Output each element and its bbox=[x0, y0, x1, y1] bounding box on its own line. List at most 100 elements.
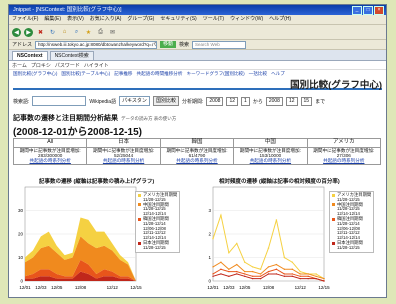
menu-group[interactable]: グループ(G) bbox=[127, 15, 154, 24]
from-month-select[interactable]: 12 bbox=[226, 96, 239, 106]
tab-nscontext-search[interactable]: NSContext検索 bbox=[49, 51, 94, 60]
site-proxy-link[interactable]: プロキシ bbox=[31, 62, 51, 69]
home-icon[interactable]: ⌂ bbox=[60, 28, 69, 37]
favorites-star-icon[interactable]: ★ bbox=[84, 28, 93, 37]
data-point bbox=[275, 268, 278, 270]
data-point bbox=[251, 266, 254, 268]
x-tick-label: 12/08 bbox=[75, 285, 87, 290]
data-point bbox=[323, 277, 325, 280]
to-year-select[interactable]: 2008 bbox=[265, 96, 283, 106]
menu-file[interactable]: ファイル(F) bbox=[12, 15, 38, 24]
address-input[interactable]: http://nsweb.iii.tokyo.ac.jp:8080/dbtcwa… bbox=[35, 40, 158, 49]
go-button[interactable]: 移動 bbox=[160, 41, 177, 48]
compare-submit-button[interactable]: 国別比較 bbox=[152, 96, 179, 106]
data-point bbox=[228, 268, 230, 270]
back-arrow-icon[interactable]: ◀ bbox=[12, 27, 21, 37]
menu-favorites[interactable]: お気に入り(A) bbox=[90, 15, 122, 24]
country-cell: 期間中に記事数が注目度増加: 61/4790 共起語の時系列分析 bbox=[159, 147, 235, 165]
site-home-link[interactable]: ホーム bbox=[12, 62, 27, 69]
section-heading: 記事数の遷移と注目期間分析結果 データの読み方 表の使い方 bbox=[13, 113, 176, 123]
refresh-icon[interactable]: ↻ bbox=[48, 28, 57, 37]
mail-icon[interactable]: ✉ bbox=[108, 28, 117, 37]
site-password-link[interactable]: パスワード bbox=[55, 62, 80, 69]
data-point bbox=[267, 247, 270, 249]
data-point bbox=[315, 275, 317, 277]
data-point bbox=[267, 266, 270, 268]
cooccurrence-link[interactable]: 共起語の時系列分析 bbox=[15, 158, 85, 163]
menu-help[interactable]: ヘルプ(H) bbox=[269, 15, 291, 24]
y-tick-label: 10 bbox=[18, 255, 24, 260]
y-tick-label: 3 bbox=[208, 208, 211, 213]
title-bar: Jnippet - [NSContext: 国別比較(グラフ中心)] _ □ × bbox=[9, 5, 386, 15]
legend-swatch bbox=[332, 241, 335, 245]
wiki-label: Wikipedia語 bbox=[89, 98, 117, 105]
data-point bbox=[291, 273, 293, 275]
legend-swatch bbox=[138, 193, 141, 197]
stop-icon[interactable]: ✖ bbox=[36, 28, 45, 37]
web-search-input[interactable]: Search Web bbox=[192, 40, 247, 49]
from-day-select[interactable]: 1 bbox=[241, 96, 250, 106]
to-month-select[interactable]: 12 bbox=[285, 96, 298, 106]
data-point bbox=[291, 268, 293, 270]
to-day-select[interactable]: 15 bbox=[300, 96, 313, 106]
period-label: 分析期間: bbox=[181, 98, 204, 105]
data-point bbox=[236, 242, 238, 245]
address-bar: アドレス http://nsweb.iii.tokyo.ac.jp:8080/d… bbox=[9, 40, 386, 50]
maximize-button[interactable]: □ bbox=[363, 5, 373, 15]
page-title-bar: 国別比較(グラフ中心) bbox=[13, 77, 382, 91]
data-point bbox=[307, 275, 309, 277]
site-highlight-link[interactable]: ハイライト bbox=[84, 62, 109, 69]
y-tick-label: 2 bbox=[208, 232, 211, 237]
toolbar: ◀ ▶ ✖ ↻ ⌂ ⌕ ★ ⎙ ✉ bbox=[9, 25, 386, 40]
data-point bbox=[307, 277, 309, 280]
menu-tools[interactable]: ツール(T) bbox=[203, 15, 224, 24]
section-heading-text: 記事数の遷移と注目期間分析結果 bbox=[13, 115, 118, 122]
data-point bbox=[220, 273, 222, 275]
data-point bbox=[299, 270, 301, 273]
cooccurrence-link[interactable]: 共起語の時系列分析 bbox=[88, 158, 158, 163]
legend-date: 11/28-12/15 bbox=[143, 244, 166, 250]
print-icon[interactable]: ⎙ bbox=[96, 28, 105, 37]
cooccurrence-link[interactable]: 共起語の時系列分析 bbox=[162, 158, 232, 163]
data-point bbox=[220, 268, 222, 270]
data-point bbox=[212, 266, 214, 268]
x-tick-label: 12/01 bbox=[19, 285, 31, 290]
country-name: All bbox=[12, 138, 88, 148]
data-point bbox=[236, 270, 238, 273]
from-suffix: から bbox=[252, 98, 263, 105]
wiki-input[interactable]: パキスタン bbox=[119, 96, 150, 106]
data-point bbox=[251, 270, 254, 273]
data-point bbox=[275, 273, 278, 275]
data-point bbox=[315, 273, 317, 275]
y-tick-label: 30 bbox=[18, 208, 24, 213]
tab-nscontext[interactable]: NSContext bbox=[12, 51, 48, 60]
cooccurrence-link[interactable]: 共起語の時系列分析 bbox=[235, 158, 305, 163]
menu-view[interactable]: 表示(V) bbox=[67, 15, 84, 24]
y-tick-label: 0 bbox=[20, 279, 23, 284]
data-point bbox=[212, 275, 214, 277]
menu-edit[interactable]: 編集(E) bbox=[44, 15, 61, 24]
minimize-button[interactable]: _ bbox=[352, 5, 362, 15]
country-name: 日本 bbox=[86, 138, 161, 148]
data-point bbox=[299, 277, 301, 280]
data-point bbox=[259, 275, 262, 277]
y-tick-label: 0 bbox=[208, 279, 211, 284]
keyword-input[interactable] bbox=[32, 96, 87, 106]
query-form: 検索語: Wikipedia語 パキスタン 国別比較 分析期間: 2008 12… bbox=[13, 96, 325, 106]
from-year-select[interactable]: 2008 bbox=[206, 96, 224, 106]
country-name: 中国 bbox=[233, 138, 308, 148]
forward-arrow-icon[interactable]: ▶ bbox=[24, 27, 33, 37]
cooccurrence-link[interactable]: 共起語の時系列分析 bbox=[309, 158, 379, 163]
country-cell: 期間中に記事数が注目度増加: 27/306 共起語の時系列分析 bbox=[306, 147, 382, 165]
section-note-link[interactable]: データの読み方 表の使い方 bbox=[121, 116, 176, 121]
data-point bbox=[244, 275, 246, 277]
window-title: Jnippet - [NSContext: 国別比較(グラフ中心)] bbox=[13, 7, 122, 13]
address-label: アドレス bbox=[12, 42, 33, 48]
close-button[interactable]: × bbox=[374, 5, 384, 15]
menu-security[interactable]: セキュリティ(S) bbox=[160, 15, 196, 24]
search-label: 検索 bbox=[179, 42, 190, 48]
data-point bbox=[291, 275, 293, 277]
menu-window[interactable]: ウィンドウ(W) bbox=[230, 15, 263, 24]
data-point bbox=[251, 277, 254, 280]
search-icon[interactable]: ⌕ bbox=[72, 28, 81, 37]
